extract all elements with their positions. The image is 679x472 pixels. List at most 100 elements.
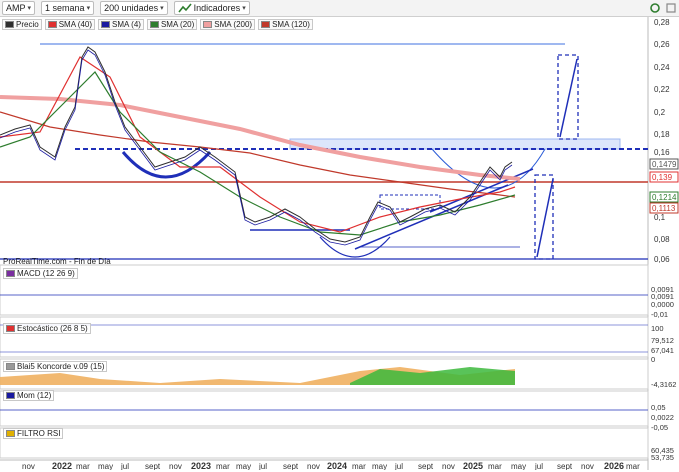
panel-label-filtro-rsi[interactable]: FILTRO RSI (3, 428, 64, 439)
time-tick-label: nov (581, 462, 594, 470)
panel-value-label: -0,05 (651, 423, 668, 432)
price-axis: 0,28 0,26 0,24 0,22 0,2 0,18 0,16 0,1 0,08 0,06 0,… (649, 18, 679, 264)
time-tick-label: mar (76, 462, 90, 470)
panel-value-label: 0,0000 (651, 300, 674, 309)
resistance-zone (289, 138, 621, 150)
time-tick-label: jul (394, 462, 403, 470)
source-label: ProRealTime.com - Fin de Día (3, 257, 111, 266)
time-tick-label: sept (283, 462, 299, 470)
legend-sma20[interactable]: SMA (20) (146, 18, 198, 30)
price-tick-label: 0,22 (654, 85, 670, 94)
time-tick-label: 2024 (327, 461, 347, 470)
chart-canvas[interactable]: 0,28 0,26 0,24 0,22 0,2 0,18 0,16 0,1 0,08 0,06 0,… (0, 17, 679, 471)
panel-title: MACD (12 26 9) (17, 269, 75, 278)
ticker-label: AMP (6, 3, 26, 13)
panel-label-stochastic[interactable]: Estocástico (26 8 5) (3, 323, 91, 334)
window-icons (649, 2, 677, 14)
legend-label: SMA (20) (160, 19, 195, 29)
units-selector[interactable]: 200 unidades ▾ (100, 1, 168, 15)
time-tick-label: nov (169, 462, 182, 470)
swatch-icon (6, 392, 15, 399)
stochastic-panel (0, 316, 649, 358)
price-tick-label: 0,08 (654, 235, 670, 244)
chevron-down-icon: ▾ (86, 5, 91, 12)
chevron-down-icon: ▾ (242, 5, 246, 12)
panel-value-label: 0,0022 (651, 413, 674, 422)
indicators-button[interactable]: Indicadores ▾ (173, 1, 250, 15)
time-tick-label: nov (307, 462, 320, 470)
price-tick-label: 0,18 (654, 130, 670, 139)
panel-value-label: 67,041 (651, 346, 674, 355)
time-tick-label: nov (22, 462, 35, 470)
swatch-icon (101, 20, 111, 28)
swatch-icon (203, 20, 213, 28)
refresh-icon[interactable] (649, 2, 661, 14)
panel-value-label: 53,735 (651, 453, 674, 462)
time-tick-label: sept (557, 462, 573, 470)
price-tick-label: 0,2 (654, 108, 666, 117)
period-selector[interactable]: 1 semana ▾ (41, 1, 95, 15)
panel-title: Blai5 Koncorde v.09 (15) (17, 362, 105, 371)
time-axis: nov 2022 mar may jul sept nov 2023 mar may jul sept… (0, 459, 648, 471)
price-tick-label: 0,28 (654, 18, 670, 27)
time-tick-label: mar (216, 462, 230, 470)
chevron-down-icon: ▾ (160, 5, 164, 12)
filtro-rsi-panel (0, 427, 649, 459)
panel-label-macd[interactable]: MACD (12 26 9) (3, 268, 78, 279)
time-tick-label: may (372, 462, 387, 470)
swatch-icon (261, 20, 271, 28)
panel-value-label: -0,01 (651, 310, 668, 319)
panel-value-label: 79,512 (651, 336, 674, 345)
time-tick-label: mar (488, 462, 502, 470)
legend-sma200[interactable]: SMA (200) (200, 18, 256, 30)
indicators-icon (178, 3, 192, 13)
chevron-down-icon: ▾ (27, 5, 32, 12)
panel-value-label: 0,05 (651, 403, 666, 412)
price-tick-label: 0,26 (654, 40, 670, 49)
swatch-icon (6, 325, 15, 332)
units-label: 200 unidades (104, 3, 159, 13)
swatch-icon (6, 430, 15, 437)
toolbar: AMP ▾ 1 semana ▾ 200 unidades ▾ Indicado… (0, 0, 679, 17)
time-tick-label: mar (626, 462, 640, 470)
legend-label: Precio (16, 19, 39, 29)
mom-panel (0, 390, 649, 427)
legend-price[interactable]: Precio (2, 18, 42, 30)
swatch-icon (6, 363, 15, 370)
time-tick-label: may (511, 462, 526, 470)
price-tag-label: 0,1479 (652, 160, 677, 169)
swatch-icon (149, 20, 159, 28)
period-label: 1 semana (45, 3, 85, 13)
price-tick-label: 0,24 (654, 63, 670, 72)
legend: Precio SMA (40) SMA (4) SMA (20) SMA (20… (2, 18, 313, 30)
time-tick-label: jul (534, 462, 543, 470)
time-tick-label: 2022 (52, 461, 72, 470)
macd-panel (0, 264, 649, 316)
price-tag-label: 0,1113 (652, 204, 676, 213)
time-tick-label: 2026 (604, 461, 624, 470)
legend-sma40[interactable]: SMA (40) (44, 18, 96, 30)
panel-title: Mom (12) (17, 391, 52, 400)
time-tick-label: 2023 (191, 461, 211, 470)
time-tick-label: sept (418, 462, 434, 470)
panel-label-koncorde[interactable]: Blai5 Koncorde v.09 (15) (3, 361, 108, 372)
price-tick-label: 0,1 (654, 213, 666, 222)
chart-area: 0,28 0,26 0,24 0,22 0,2 0,18 0,16 0,1 0,08 0,06 0,… (0, 17, 679, 471)
ticker-selector[interactable]: AMP ▾ (2, 1, 36, 15)
legend-sma120[interactable]: SMA (120) (258, 18, 313, 30)
panel-value-label: -4,3162 (651, 380, 676, 389)
swatch-icon (6, 270, 15, 277)
legend-sma4[interactable]: SMA (4) (98, 18, 144, 30)
panel-value-label: 100 (651, 324, 664, 333)
legend-label: SMA (120) (272, 19, 310, 29)
legend-label: SMA (200) (214, 19, 253, 29)
price-tick-label: 0,16 (654, 148, 670, 157)
panel-title: FILTRO RSI (17, 429, 61, 438)
settings-icon[interactable] (665, 2, 677, 14)
time-tick-label: mar (352, 462, 366, 470)
indicators-label: Indicadores (193, 3, 241, 13)
time-tick-label: nov (442, 462, 455, 470)
panel-label-mom[interactable]: Mom (12) (3, 390, 55, 401)
panel-title: Estocástico (26 8 5) (17, 324, 88, 333)
panel-value-label: 0 (651, 355, 655, 364)
